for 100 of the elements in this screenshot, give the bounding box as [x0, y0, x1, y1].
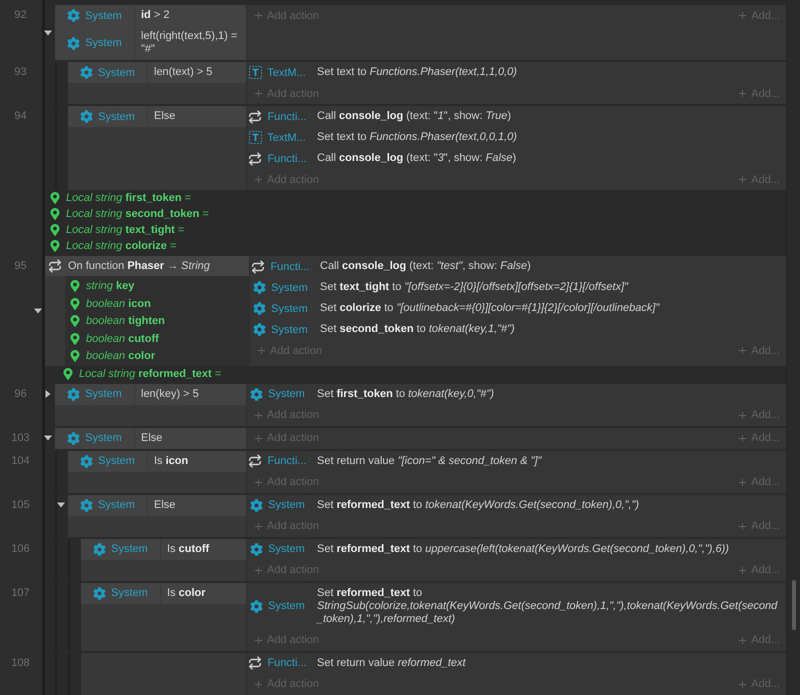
condition-row[interactable]: System left(right(text,5),1) = "#" [55, 26, 246, 60]
swap-arrows-icon [48, 259, 62, 274]
action-row[interactable]: System Set text_tight to "[offsetx=-2]{0}[/offsetx][offsetx=2]{1}[/offsetx]" [250, 277, 786, 298]
object-name: System [271, 324, 308, 336]
plus-icon [737, 410, 748, 421]
action-row[interactable]: System Set colorize to "[outlineback=#{0}][color=#{1}]{2}[/color][/outlineback]" [250, 298, 786, 320]
object-name: TextM... [267, 132, 306, 144]
action-text: Set reformed_text to tokenat(KeyWords.Get(second_token),0,",") [316, 498, 640, 513]
action-row[interactable]: TextM... Set text to Functions.Phaser(text,0,0,1,0) [247, 127, 786, 148]
plus-icon [253, 634, 264, 646]
action-text: Set reformed_text to uppercase(left(tokenat(KeyWords.Get(second_token),0,","),6)) [316, 542, 730, 557]
condition-text: len(key) > 5 [140, 386, 200, 402]
gear-icon [250, 542, 264, 556]
text-object-icon [249, 131, 262, 144]
action-row[interactable]: Functi... Call console_log (text: "test", show: False) [250, 256, 786, 278]
action-text: Set text to Functions.Phaser(text,1,1,0,0) [316, 65, 518, 80]
action-row[interactable]: System Set first_token to tokenat(key,0,"#") [247, 384, 786, 405]
condition-row[interactable]: System Is cutoff [81, 538, 246, 560]
action-text: Set text to Functions.Phaser(text,0,0,1,0) [316, 130, 518, 145]
text-object-icon [249, 66, 262, 79]
action-text: Call console_log (text: "3", show: False) [316, 151, 518, 166]
action-row[interactable]: Functi... Call console_log (text: "3", show: False) [247, 148, 786, 169]
action-text: Set return value "[icon=" & second_token & "]" [316, 454, 543, 469]
event-number: 105 [11, 498, 30, 511]
scrollbar-thumb[interactable] [792, 580, 796, 630]
action-row[interactable]: System Set reformed_text to StringSub(colorize,tokenat(KeyWords.Get(second_token),1,","),tokenat(KeyWords.Get(second_token),1,","),reformed_text) [247, 582, 786, 630]
swap-arrows-icon [248, 152, 262, 166]
condition-row[interactable]: System Else [68, 494, 246, 516]
pin-icon [62, 368, 74, 380]
condition-text: Else [153, 498, 176, 513]
condition-row[interactable]: System Else [68, 106, 246, 127]
condition-text: Is icon [153, 454, 190, 469]
expand-toggle[interactable] [44, 390, 52, 398]
local-variable: Local string reformed_text = [79, 368, 222, 380]
condition-text: len(text) > 5 [153, 65, 214, 80]
object-name: System [111, 587, 148, 600]
function-header[interactable]: On function Phaser → String [45, 256, 249, 276]
event-number: 93 [14, 66, 27, 78]
object-name: System [268, 543, 305, 556]
event-number: 106 [11, 542, 30, 555]
object-name: System [271, 282, 308, 294]
condition-text: Else [140, 430, 164, 446]
plus-icon [737, 432, 748, 444]
parameter: boolean tighten [86, 315, 165, 328]
event-number: 92 [14, 9, 27, 21]
action-row[interactable]: System Set reformed_text to uppercase(left(tokenat(KeyWords.Get(second_token),0,","),6)) [247, 538, 786, 560]
event-number: 108 [11, 656, 30, 669]
expand-toggle[interactable] [44, 434, 52, 442]
plus-icon [253, 174, 264, 185]
action-row[interactable]: System Set reformed_text to tokenat(KeyWords.Get(second_token),0,",") [247, 494, 786, 516]
event-number: 103 [11, 432, 30, 444]
swap-arrows-icon [248, 454, 262, 468]
object-name: System [98, 66, 135, 78]
action-text: Set reformed_text to StringSub(colorize,tokenat(KeyWords.Get(second_token),1,","),tokenat(KeyWords.Get(second_token),1,","),reformed_text) [315, 586, 778, 627]
local-variable: Local string colorize = [66, 240, 176, 252]
action-row[interactable]: System Set second_token to tokenat(key,1,"#") [250, 319, 786, 340]
plus-icon [737, 476, 748, 488]
expand-toggle[interactable] [44, 28, 52, 36]
condition-row[interactable]: System Is icon [68, 450, 246, 472]
expand-toggle[interactable] [57, 501, 65, 510]
plus-icon [253, 88, 264, 99]
parameter: boolean cutoff [86, 332, 159, 345]
gear-icon [253, 281, 266, 294]
gear-icon [80, 110, 94, 123]
action-row[interactable]: TextM... Set text to Functions.Phaser(text,1,1,0,0) [247, 62, 786, 83]
plus-icon [737, 88, 748, 99]
local-variable: Local string second_token = [66, 208, 209, 220]
pin-icon [49, 192, 61, 204]
swap-arrows-icon [248, 110, 262, 124]
plus-icon [253, 678, 264, 690]
object-name: System [85, 432, 122, 444]
action-row[interactable]: Functi... Set return value "[icon=" & second_token & "]" [247, 450, 786, 472]
event-number: 96 [14, 388, 27, 400]
object-name: Functi... [267, 152, 307, 164]
action-row[interactable]: Functi... Set return value reformed_text [247, 652, 786, 674]
object-name: System [268, 600, 305, 612]
pin-icon [69, 280, 81, 292]
action-text: Set first_token to tokenat(key,0,"#") [316, 386, 495, 402]
condition-row[interactable]: System id > 2 [55, 5, 246, 26]
condition-row[interactable]: System Is color [81, 582, 246, 604]
condition-row[interactable]: System len(text) > 5 [68, 62, 246, 83]
plus-icon [253, 410, 264, 421]
plus-icon [253, 10, 264, 21]
plus-icon [737, 564, 748, 576]
condition-row[interactable]: System Else [55, 428, 246, 449]
object-name: System [268, 499, 305, 512]
pin-icon [49, 240, 61, 252]
action-row[interactable]: Functi... Call console_log (text: "1", show: True) [247, 106, 786, 127]
pin-icon [69, 350, 81, 362]
object-name: Functi... [267, 455, 307, 468]
gear-icon [67, 9, 80, 22]
object-name: System [98, 110, 135, 122]
plus-icon [253, 564, 264, 576]
plus-icon [253, 476, 264, 488]
event-number: 95 [14, 260, 27, 272]
plus-icon [253, 432, 264, 444]
condition-row[interactable]: System len(key) > 5 [55, 384, 246, 405]
object-name: Functi... [267, 657, 307, 670]
local-variable: Local string first_token = [66, 192, 192, 204]
expand-toggle[interactable] [34, 307, 42, 316]
